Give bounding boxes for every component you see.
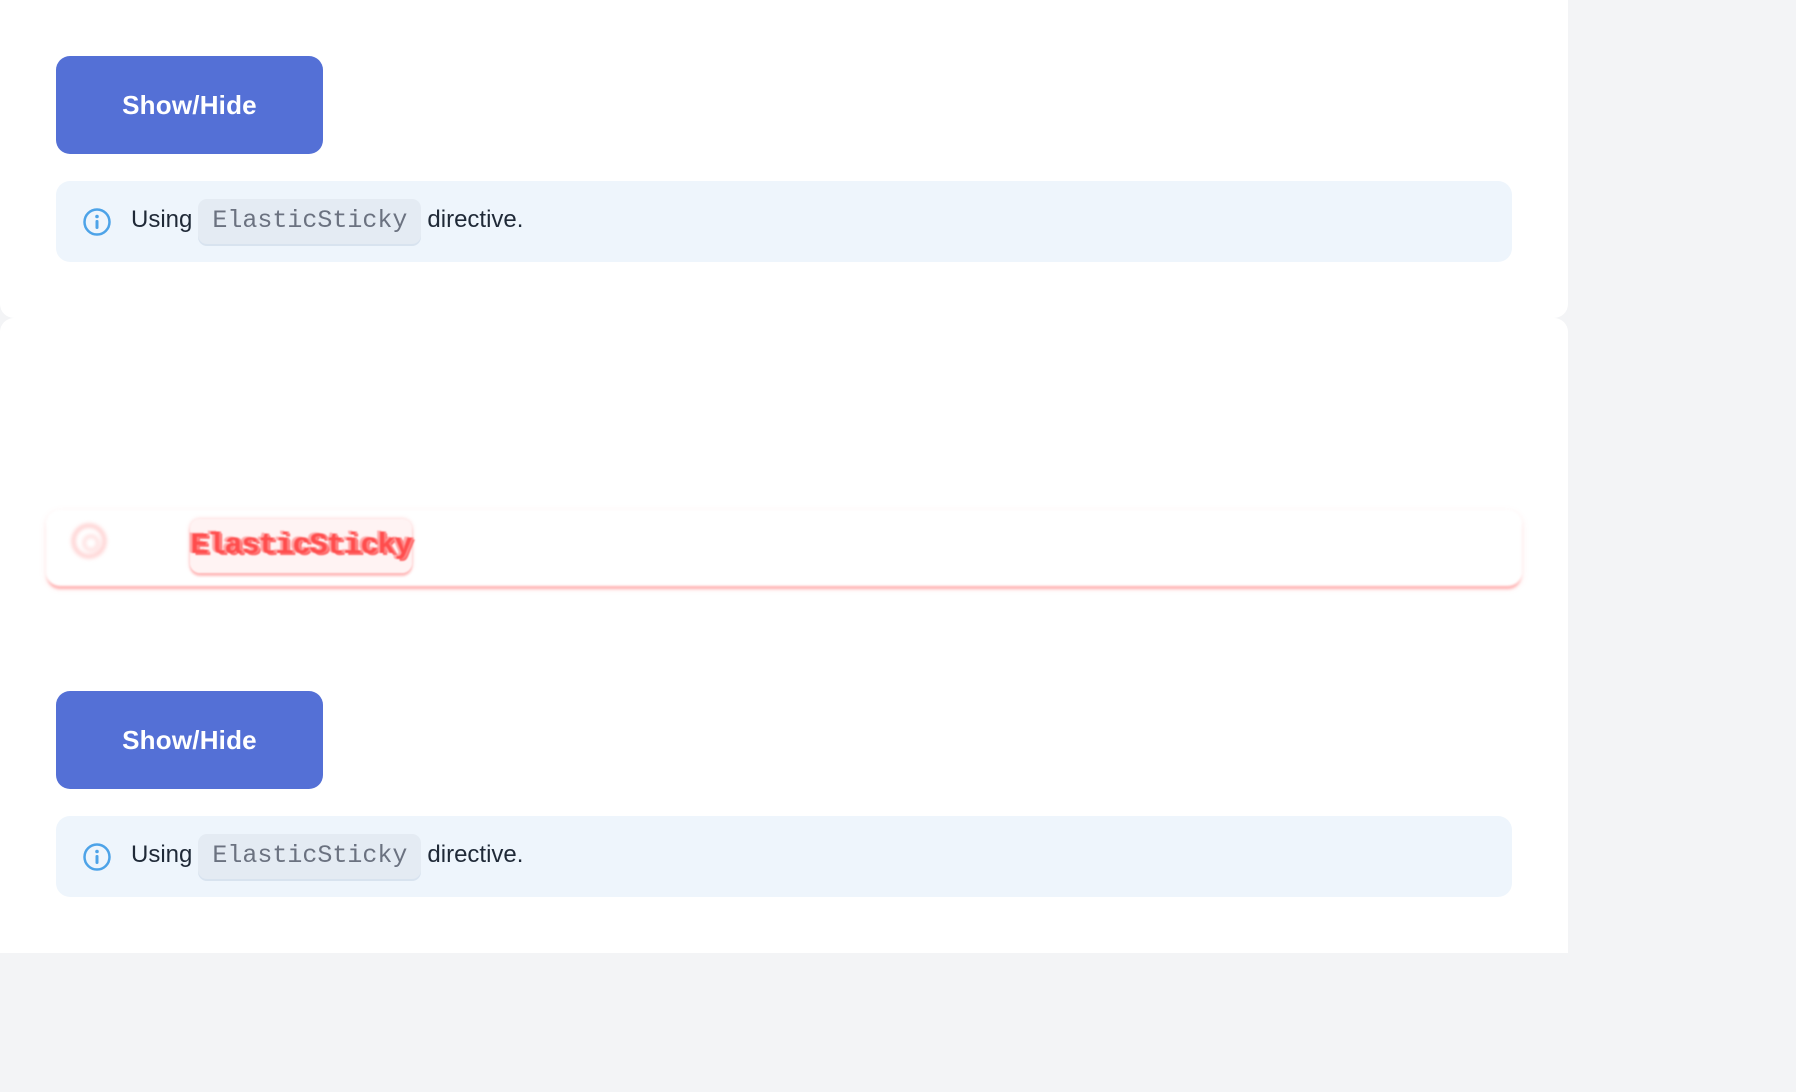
top-card: Show/Hide Using ElasticSticky directive.: [0, 0, 1568, 318]
code-snippet: ElasticSticky: [198, 834, 422, 879]
notice-suffix: directive.: [427, 206, 524, 233]
info-icon: [82, 207, 112, 237]
notice-text: Using ElasticSticky directive.: [131, 199, 523, 244]
notice-text: Using ElasticSticky directive.: [131, 834, 523, 879]
show-hide-button-2[interactable]: Show/Hide: [56, 691, 323, 789]
info-notice: Using ElasticSticky directive.: [56, 181, 1512, 262]
info-icon: [82, 842, 112, 872]
ghost-code-text: ElasticSticky: [190, 529, 412, 563]
ghost-info-icon: [72, 524, 106, 558]
info-notice-2: Using ElasticSticky directive.: [56, 816, 1512, 897]
show-hide-button[interactable]: Show/Hide: [56, 56, 323, 154]
notice-suffix: directive.: [427, 841, 524, 868]
ghost-code-snippet: ElasticSticky: [190, 519, 413, 573]
code-snippet: ElasticSticky: [198, 199, 422, 244]
notice-prefix: Using: [131, 841, 193, 868]
notice-prefix: Using: [131, 206, 193, 233]
